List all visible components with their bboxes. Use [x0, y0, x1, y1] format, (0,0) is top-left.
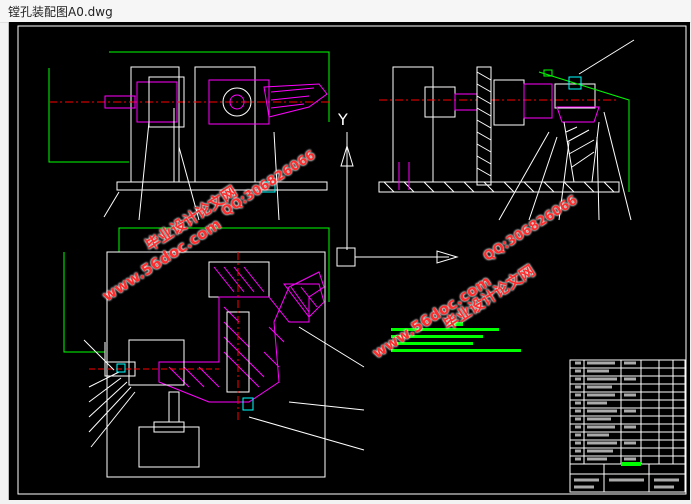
cad-drawing-canvas[interactable]: Y www.56doc.com 毕业设计论文网 QQ:306826066 www… — [8, 22, 690, 500]
section-view — [63, 227, 365, 478]
drawing-svg: Y — [17, 25, 687, 495]
front-view — [48, 51, 330, 221]
side-view — [378, 39, 635, 221]
window-titlebar: 镗孔装配图A0.dwg — [0, 0, 691, 23]
axis-y-label: Y — [337, 110, 348, 129]
window-title: 镗孔装配图A0.dwg — [8, 5, 113, 19]
title-block — [569, 359, 686, 493]
coordinate-axis: Y — [336, 110, 459, 267]
